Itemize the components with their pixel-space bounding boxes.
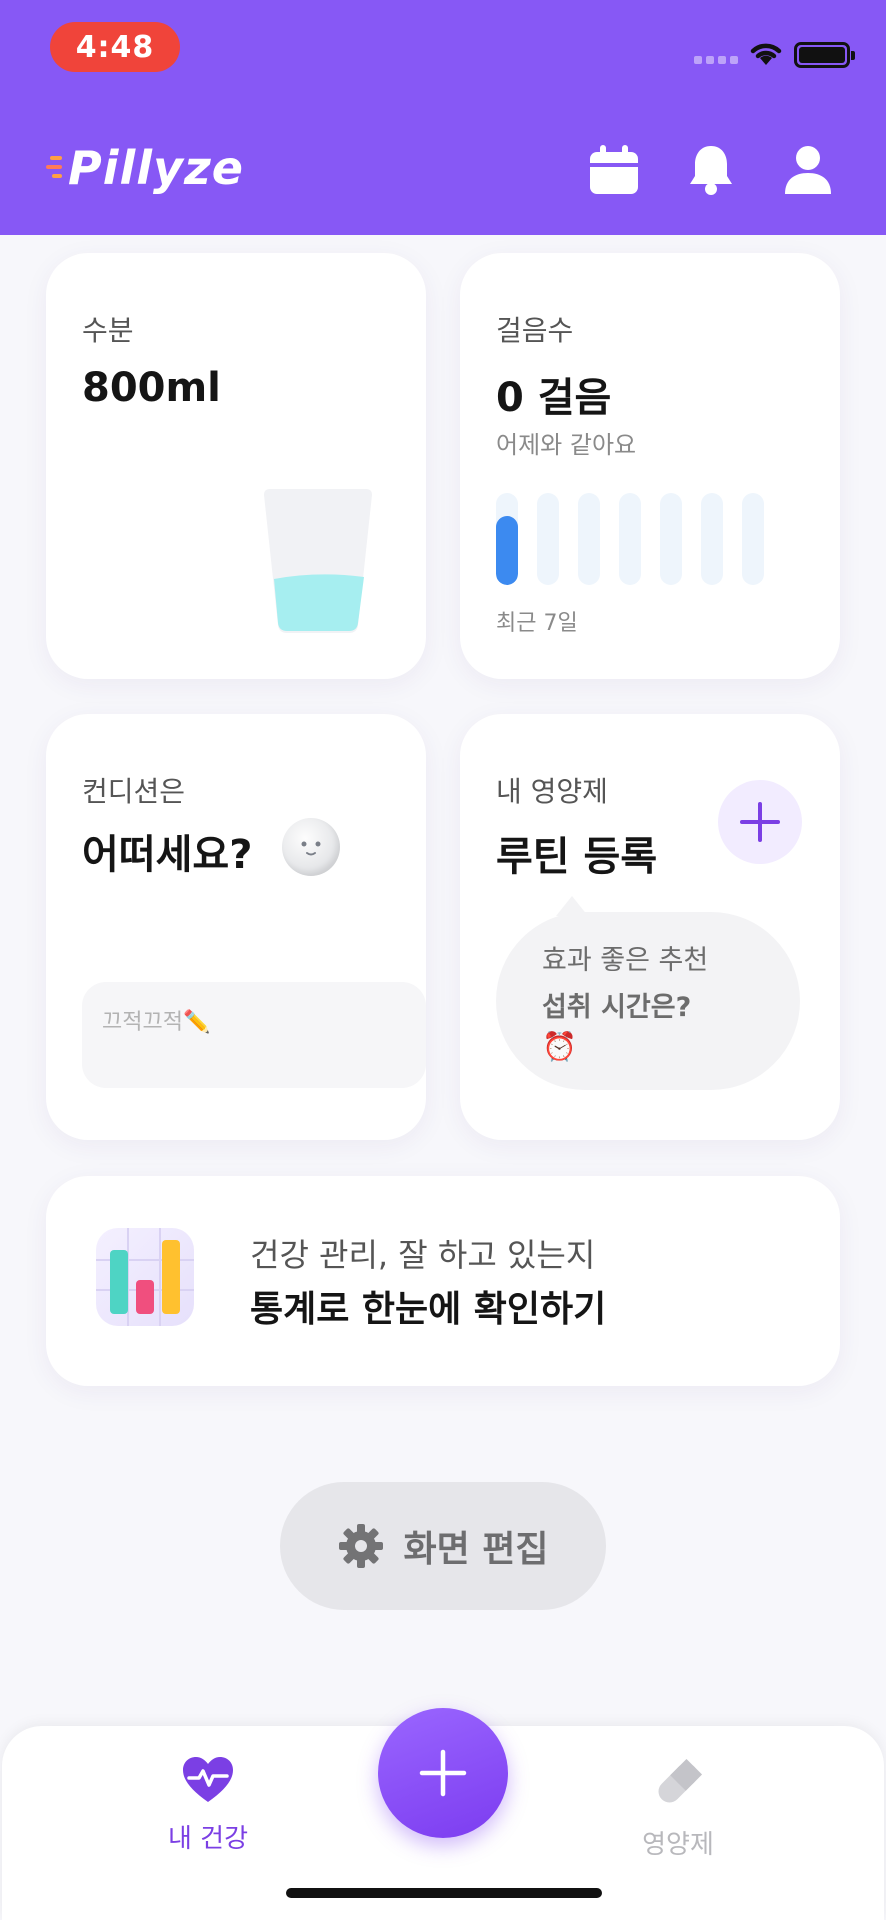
- gear-icon: [339, 1524, 384, 1568]
- condition-label: 컨디션은: [82, 775, 186, 808]
- nav-supplements[interactable]: 영양제: [608, 1756, 748, 1861]
- steps-value: 0 걸음: [496, 375, 612, 421]
- logo-text: Pillyze: [68, 141, 244, 195]
- stats-subtitle: 건강 관리, 잘 하고 있는지: [250, 1236, 596, 1274]
- water-value: 800ml: [82, 365, 221, 411]
- steps-day-bar: [537, 493, 559, 585]
- app-header: 4:48 Pillyze: [0, 0, 886, 235]
- nav-my-health-label: 내 건강: [167, 1824, 249, 1854]
- stats-title: 통계로 한눈에 확인하기: [250, 1289, 607, 1330]
- steps-comparison: 어제와 같아요: [496, 431, 637, 459]
- steps-label: 걸음수: [496, 314, 574, 347]
- water-label: 수분: [82, 314, 134, 347]
- bell-icon: [690, 146, 732, 195]
- water-card[interactable]: 수분 800ml: [46, 253, 426, 679]
- steps-day-bar-value: [496, 516, 518, 585]
- supplement-tip-bubble[interactable]: 효과 좋은 추천 섭취 시간은? ⏰: [496, 896, 800, 1090]
- steps-day-bar: [742, 493, 764, 585]
- add-record-button[interactable]: [378, 1708, 508, 1838]
- home-indicator[interactable]: [286, 1888, 602, 1898]
- steps-day-bar: [660, 493, 682, 585]
- condition-question: 어떠세요?: [82, 832, 253, 878]
- stats-card[interactable]: 건강 관리, 잘 하고 있는지 통계로 한눈에 확인하기: [46, 1176, 840, 1386]
- cellular-signal-icon: [694, 56, 738, 64]
- tip-line2: 섭취 시간은?: [542, 992, 692, 1023]
- app-logo[interactable]: Pillyze: [46, 138, 244, 198]
- calendar-button[interactable]: [584, 140, 644, 200]
- heart-pulse-icon: [183, 1757, 233, 1802]
- notification-button[interactable]: [681, 140, 741, 200]
- bar-chart-icon: [96, 1228, 194, 1326]
- steps-period-label: 최근 7일: [496, 611, 578, 636]
- wifi-icon: [750, 43, 782, 65]
- edit-screen-button[interactable]: 화면 편집: [280, 1482, 606, 1610]
- condition-card[interactable]: 컨디션은 어떠세요? 끄적끄적✏️: [46, 714, 426, 1140]
- steps-weekly-chart: [496, 493, 764, 585]
- supplements-label: 내 영양제: [496, 775, 608, 808]
- steps-card[interactable]: 걸음수 0 걸음 어제와 같아요 최근 7일: [460, 253, 840, 679]
- nav-my-health[interactable]: 내 건강: [138, 1756, 278, 1855]
- plus-icon: [740, 802, 780, 842]
- steps-day-bar: [496, 493, 518, 585]
- calendar-icon: [590, 145, 638, 194]
- supplements-card[interactable]: 내 영양제 루틴 등록 효과 좋은 추천 섭취 시간은? ⏰: [460, 714, 840, 1140]
- pill-icon: [658, 1758, 703, 1803]
- profile-button[interactable]: [778, 140, 838, 200]
- plus-icon: [419, 1749, 467, 1797]
- battery-icon: [794, 42, 855, 68]
- edit-screen-label: 화면 편집: [403, 1529, 549, 1570]
- alarm-clock-icon: ⏰: [542, 1030, 577, 1063]
- profile-icon: [785, 146, 831, 194]
- steps-day-bar: [619, 493, 641, 585]
- steps-day-bar: [701, 493, 723, 585]
- tip-line1: 효과 좋은 추천: [542, 945, 709, 976]
- neutral-face-icon[interactable]: [282, 818, 340, 876]
- nav-supplements-label: 영양제: [642, 1830, 714, 1860]
- steps-day-bar: [578, 493, 600, 585]
- condition-memo-input[interactable]: 끄적끄적✏️: [82, 982, 426, 1088]
- add-supplement-button[interactable]: [718, 780, 802, 864]
- status-time: 4:48: [50, 22, 180, 72]
- water-glass-icon: [264, 489, 372, 633]
- supplements-title: 루틴 등록: [496, 834, 658, 880]
- logo-speed-lines: [46, 148, 68, 188]
